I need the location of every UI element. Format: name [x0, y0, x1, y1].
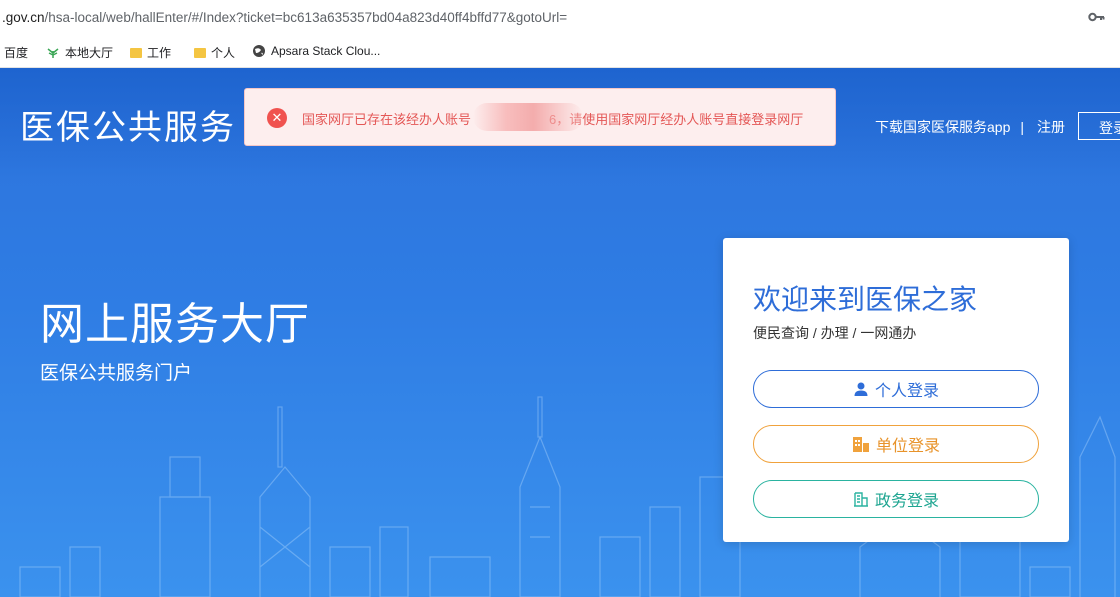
bookmarks-bar: 百度 本地大厅 工作 个人 Apsara Stack Clou...: [0, 36, 1120, 68]
login-card-title: 欢迎来到医保之家: [753, 284, 978, 315]
nav-separator: |: [1020, 119, 1024, 135]
toast-message-end: 6，请使用国家网厅经办人账号直接登录网厅: [549, 112, 804, 127]
folder-icon: [130, 47, 142, 58]
register-link[interactable]: 注册: [1037, 117, 1065, 137]
personal-login-label: 个人登录: [874, 383, 939, 400]
redaction-smudge: [473, 103, 583, 131]
error-close-icon: ✕: [267, 108, 287, 128]
user-icon: [854, 382, 868, 396]
bookmark-personal[interactable]: 个人: [194, 44, 235, 61]
bookmark-baidu[interactable]: 百度: [4, 44, 28, 61]
address-bar[interactable]: .gov.cn/hsa-local/web/hallEnter/#/Index?…: [0, 0, 1120, 36]
bookmark-label: 本地大厅: [65, 46, 114, 60]
globe-icon: [253, 45, 265, 57]
hero-title: 网上服务大厅: [40, 300, 310, 349]
unit-login-button[interactable]: 单位登录: [753, 425, 1039, 463]
leaf-icon: [47, 47, 59, 58]
url-domain: .gov.cn: [2, 10, 45, 25]
login-card-subtitle: 便民查询 / 办理 / 一网通办: [753, 325, 917, 341]
url-path: /hsa-local/web/hallEnter/#/Index?ticket=…: [44, 10, 568, 25]
hero-subtitle: 医保公共服务门户: [40, 363, 193, 384]
header-login-button[interactable]: 登录: [1078, 112, 1120, 140]
folder-icon: [194, 47, 206, 58]
page-content: 医保公共服务 下载国家医保服务app | 注册 登录 ✕ 国家网厅已存在该经办人…: [0, 68, 1120, 597]
unit-login-label: 单位登录: [875, 438, 940, 455]
gov-login-button[interactable]: 政务登录: [753, 480, 1039, 518]
bookmark-label: Apsara Stack Clou...: [271, 44, 381, 58]
bookmark-apsara[interactable]: Apsara Stack Clou...: [252, 44, 380, 58]
toast-message-start: 国家网厅已存在该经办人账号: [302, 112, 472, 127]
bookmark-label: 工作: [147, 46, 172, 60]
login-card: 欢迎来到医保之家 便民查询 / 办理 / 一网通办 个人登录 单位登录 政务登录: [723, 238, 1069, 542]
site-brand[interactable]: 医保公共服务: [20, 100, 236, 149]
building-icon: [852, 437, 869, 452]
bookmark-label: 百度: [4, 46, 29, 60]
url-text[interactable]: .gov.cn/hsa-local/web/hallEnter/#/Index?…: [2, 10, 567, 25]
bookmark-work[interactable]: 工作: [130, 44, 171, 61]
header-nav: 下载国家医保服务app | 注册: [875, 117, 1065, 137]
key-icon[interactable]: [1088, 10, 1106, 24]
government-building-icon: [853, 492, 868, 507]
download-app-link[interactable]: 下载国家医保服务app: [875, 117, 1010, 137]
bookmark-local-hall[interactable]: 本地大厅: [46, 44, 113, 61]
error-toast: ✕ 国家网厅已存在该经办人账号 6，请使用国家网厅经办人账号直接登录网厅: [244, 88, 836, 146]
bookmark-label: 个人: [211, 46, 236, 60]
personal-login-button[interactable]: 个人登录: [753, 370, 1039, 408]
gov-login-label: 政务登录: [874, 493, 939, 510]
